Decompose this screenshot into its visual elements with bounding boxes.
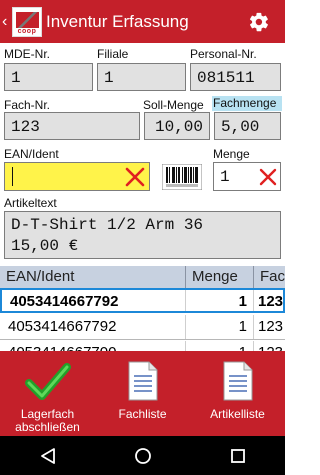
document-list-icon xyxy=(127,357,159,405)
artikeltext-line1: D-T-Shirt 1/2 Arm 36 xyxy=(11,216,204,234)
app-logo[interactable]: coop xyxy=(12,6,42,37)
personal-field[interactable]: 081511 xyxy=(190,63,281,91)
close-bin-label-line2: abschließen xyxy=(15,420,80,434)
soll-menge-label: Soll-Menge xyxy=(143,98,204,112)
mde-label: MDE-Nr. xyxy=(4,47,50,61)
mde-field[interactable]: 1 xyxy=(4,63,93,91)
close-bin-button[interactable]: Lagerfach abschließen xyxy=(0,351,95,436)
fachmenge-field[interactable]: 5,00 xyxy=(214,112,281,140)
app-bar: ‹ coop Inventur Erfassung xyxy=(0,0,285,43)
column-header-fach[interactable]: Fac xyxy=(254,266,285,288)
document-list-icon xyxy=(222,357,254,405)
table-row[interactable]: 4053414667792 1 123 xyxy=(0,288,285,313)
back-icon[interactable]: ‹ xyxy=(2,0,12,43)
soll-menge-field[interactable]: 10,00 xyxy=(144,112,210,140)
nav-back-icon[interactable] xyxy=(33,441,63,471)
cell-fach: 123 xyxy=(258,293,283,310)
fachliste-button[interactable]: Fachliste xyxy=(95,351,190,436)
fachmenge-label: Fachmenge xyxy=(212,96,282,111)
artikeltext-label: Artikeltext xyxy=(4,196,57,210)
artikeltext-field: D-T-Shirt 1/2 Arm 36 15,00 € xyxy=(4,211,281,259)
cell-ean: 4053414667700 xyxy=(0,341,186,351)
nav-home-icon[interactable] xyxy=(128,441,158,471)
ean-label: EAN/Ident xyxy=(4,147,59,161)
cell-ean: 4053414667792 xyxy=(0,315,186,339)
text-cursor xyxy=(12,167,13,186)
fach-field[interactable]: 123 xyxy=(4,112,140,140)
artikeltext-line2: 15,00 € xyxy=(11,237,79,255)
cell-menge: 1 xyxy=(186,315,254,339)
cell-ean: 4053414667792 xyxy=(2,290,186,311)
page-title: Inventur Erfassung xyxy=(46,11,189,31)
cell-menge: 1 xyxy=(186,341,254,351)
cell-fach: 123 xyxy=(258,318,284,335)
clear-ean-icon[interactable] xyxy=(122,164,148,190)
barcode-scan-icon[interactable] xyxy=(160,163,204,191)
table-header: EAN/Ident Menge Fac xyxy=(0,266,285,288)
nav-recents-icon[interactable] xyxy=(223,441,253,471)
fach-label: Fach-Nr. xyxy=(4,98,51,112)
scan-table: EAN/Ident Menge Fac 4053414667792 1 123 … xyxy=(0,266,285,351)
table-row[interactable]: 4053414667792 1 123 xyxy=(0,315,285,340)
logo-flag-icon xyxy=(16,11,39,28)
filiale-field[interactable]: 1 xyxy=(97,63,186,91)
filiale-label: Filiale xyxy=(97,47,129,61)
fachliste-label: Fachliste xyxy=(118,407,167,421)
column-header-ean[interactable]: EAN/Ident xyxy=(0,266,186,288)
menge-label: Menge xyxy=(213,147,250,161)
checkmark-icon xyxy=(24,357,71,405)
clear-menge-icon[interactable] xyxy=(256,164,280,190)
action-bar: Lagerfach abschließen Fachliste Artikell… xyxy=(0,351,285,436)
personal-label: Personal-Nr. xyxy=(190,47,257,61)
table-row[interactable]: 4053414667700 1 123 xyxy=(0,341,285,351)
artikelliste-label: Artikelliste xyxy=(210,407,265,421)
settings-gear-icon[interactable] xyxy=(247,10,271,34)
column-header-menge[interactable]: Menge xyxy=(186,266,254,288)
logo-text: coop xyxy=(17,27,37,35)
cell-menge: 1 xyxy=(186,290,254,311)
system-navigation-bar xyxy=(0,436,285,475)
cell-fach: 123 xyxy=(254,341,285,351)
artikelliste-button[interactable]: Artikelliste xyxy=(190,351,285,436)
